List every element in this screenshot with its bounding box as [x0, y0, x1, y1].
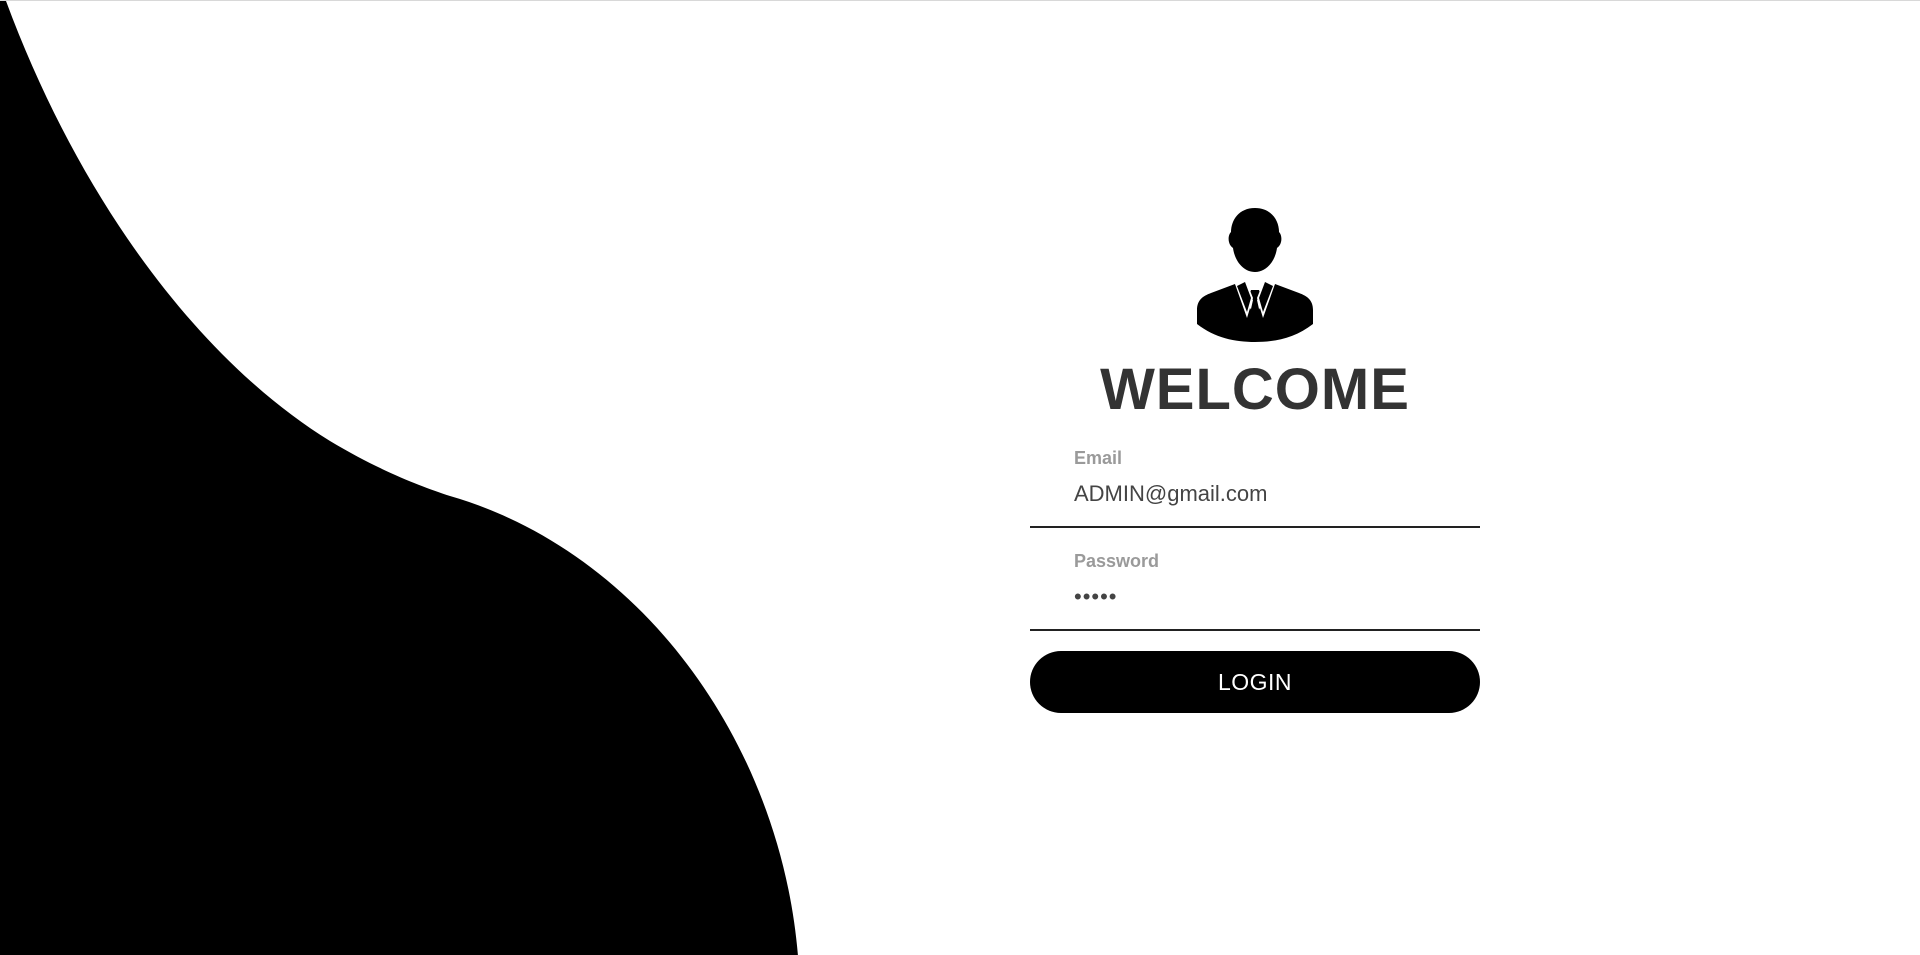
decorative-wave-shape — [0, 1, 798, 955]
password-label: Password — [1074, 551, 1160, 571]
password-field: Password — [1030, 546, 1480, 631]
login-form: WELCOME Email Password LOGIN — [1030, 206, 1480, 713]
email-label: Email — [1074, 448, 1123, 468]
login-button[interactable]: LOGIN — [1030, 651, 1480, 713]
login-page: WELCOME Email Password LOGIN — [0, 0, 1920, 955]
email-input[interactable] — [1074, 479, 1464, 509]
password-input[interactable] — [1074, 582, 1464, 612]
email-field: Email — [1030, 443, 1480, 528]
welcome-heading: WELCOME — [1100, 357, 1410, 422]
user-avatar-icon — [1197, 208, 1313, 342]
